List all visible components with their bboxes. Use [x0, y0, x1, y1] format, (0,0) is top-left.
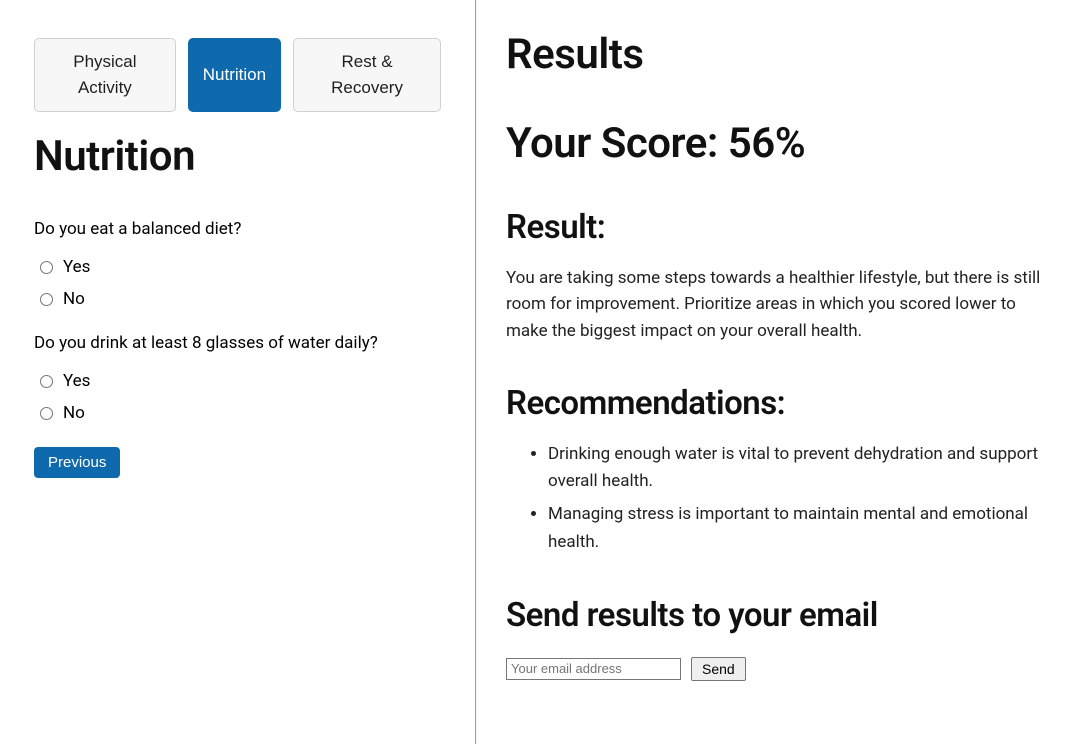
score-value: 56% — [728, 119, 805, 168]
question-1-text: Do you eat a balanced diet? — [34, 219, 441, 239]
question-1-option-yes[interactable]: Yes — [40, 257, 441, 277]
radio-q2-yes[interactable] — [40, 375, 53, 388]
results-title: Results — [506, 30, 1051, 79]
question-2-options: Yes No — [34, 371, 441, 423]
option-label: Yes — [63, 371, 90, 391]
recommendation-item: Managing stress is important to maintain… — [548, 501, 1051, 555]
recommendation-item: Drinking enough water is vital to preven… — [548, 441, 1051, 495]
question-1-option-no[interactable]: No — [40, 289, 441, 309]
question-2-option-no[interactable]: No — [40, 403, 441, 423]
radio-q1-yes[interactable] — [40, 261, 53, 274]
question-1-options: Yes No — [34, 257, 441, 309]
tab-nutrition[interactable]: Nutrition — [188, 38, 281, 112]
tab-rest-recovery[interactable]: Rest & Recovery — [293, 38, 441, 112]
section-heading: Nutrition — [34, 132, 441, 181]
radio-q2-no[interactable] — [40, 407, 53, 420]
email-heading: Send results to your email — [506, 596, 1051, 635]
tab-physical-activity[interactable]: Physical Activity — [34, 38, 176, 112]
score-label: Your Score: — [506, 119, 728, 168]
radio-q1-no[interactable] — [40, 293, 53, 306]
result-body: You are taking some steps towards a heal… — [506, 265, 1051, 344]
option-label: No — [63, 289, 85, 309]
option-label: Yes — [63, 257, 90, 277]
tab-bar: Physical Activity Nutrition Rest & Recov… — [34, 38, 441, 112]
question-2-text: Do you drink at least 8 glasses of water… — [34, 333, 441, 353]
email-input[interactable] — [506, 658, 681, 680]
previous-button[interactable]: Previous — [34, 447, 120, 478]
option-label: No — [63, 403, 85, 423]
left-panel: Physical Activity Nutrition Rest & Recov… — [0, 0, 475, 744]
score-line: Your Score: 56% — [506, 119, 1051, 168]
question-2-option-yes[interactable]: Yes — [40, 371, 441, 391]
recommendations-list: Drinking enough water is vital to preven… — [506, 441, 1051, 556]
send-button[interactable]: Send — [691, 657, 746, 681]
right-panel: Results Your Score: 56% Result: You are … — [476, 0, 1085, 744]
email-row: Send — [506, 657, 1051, 681]
result-heading: Result: — [506, 208, 1051, 247]
recommendations-heading: Recommendations: — [506, 384, 1051, 423]
